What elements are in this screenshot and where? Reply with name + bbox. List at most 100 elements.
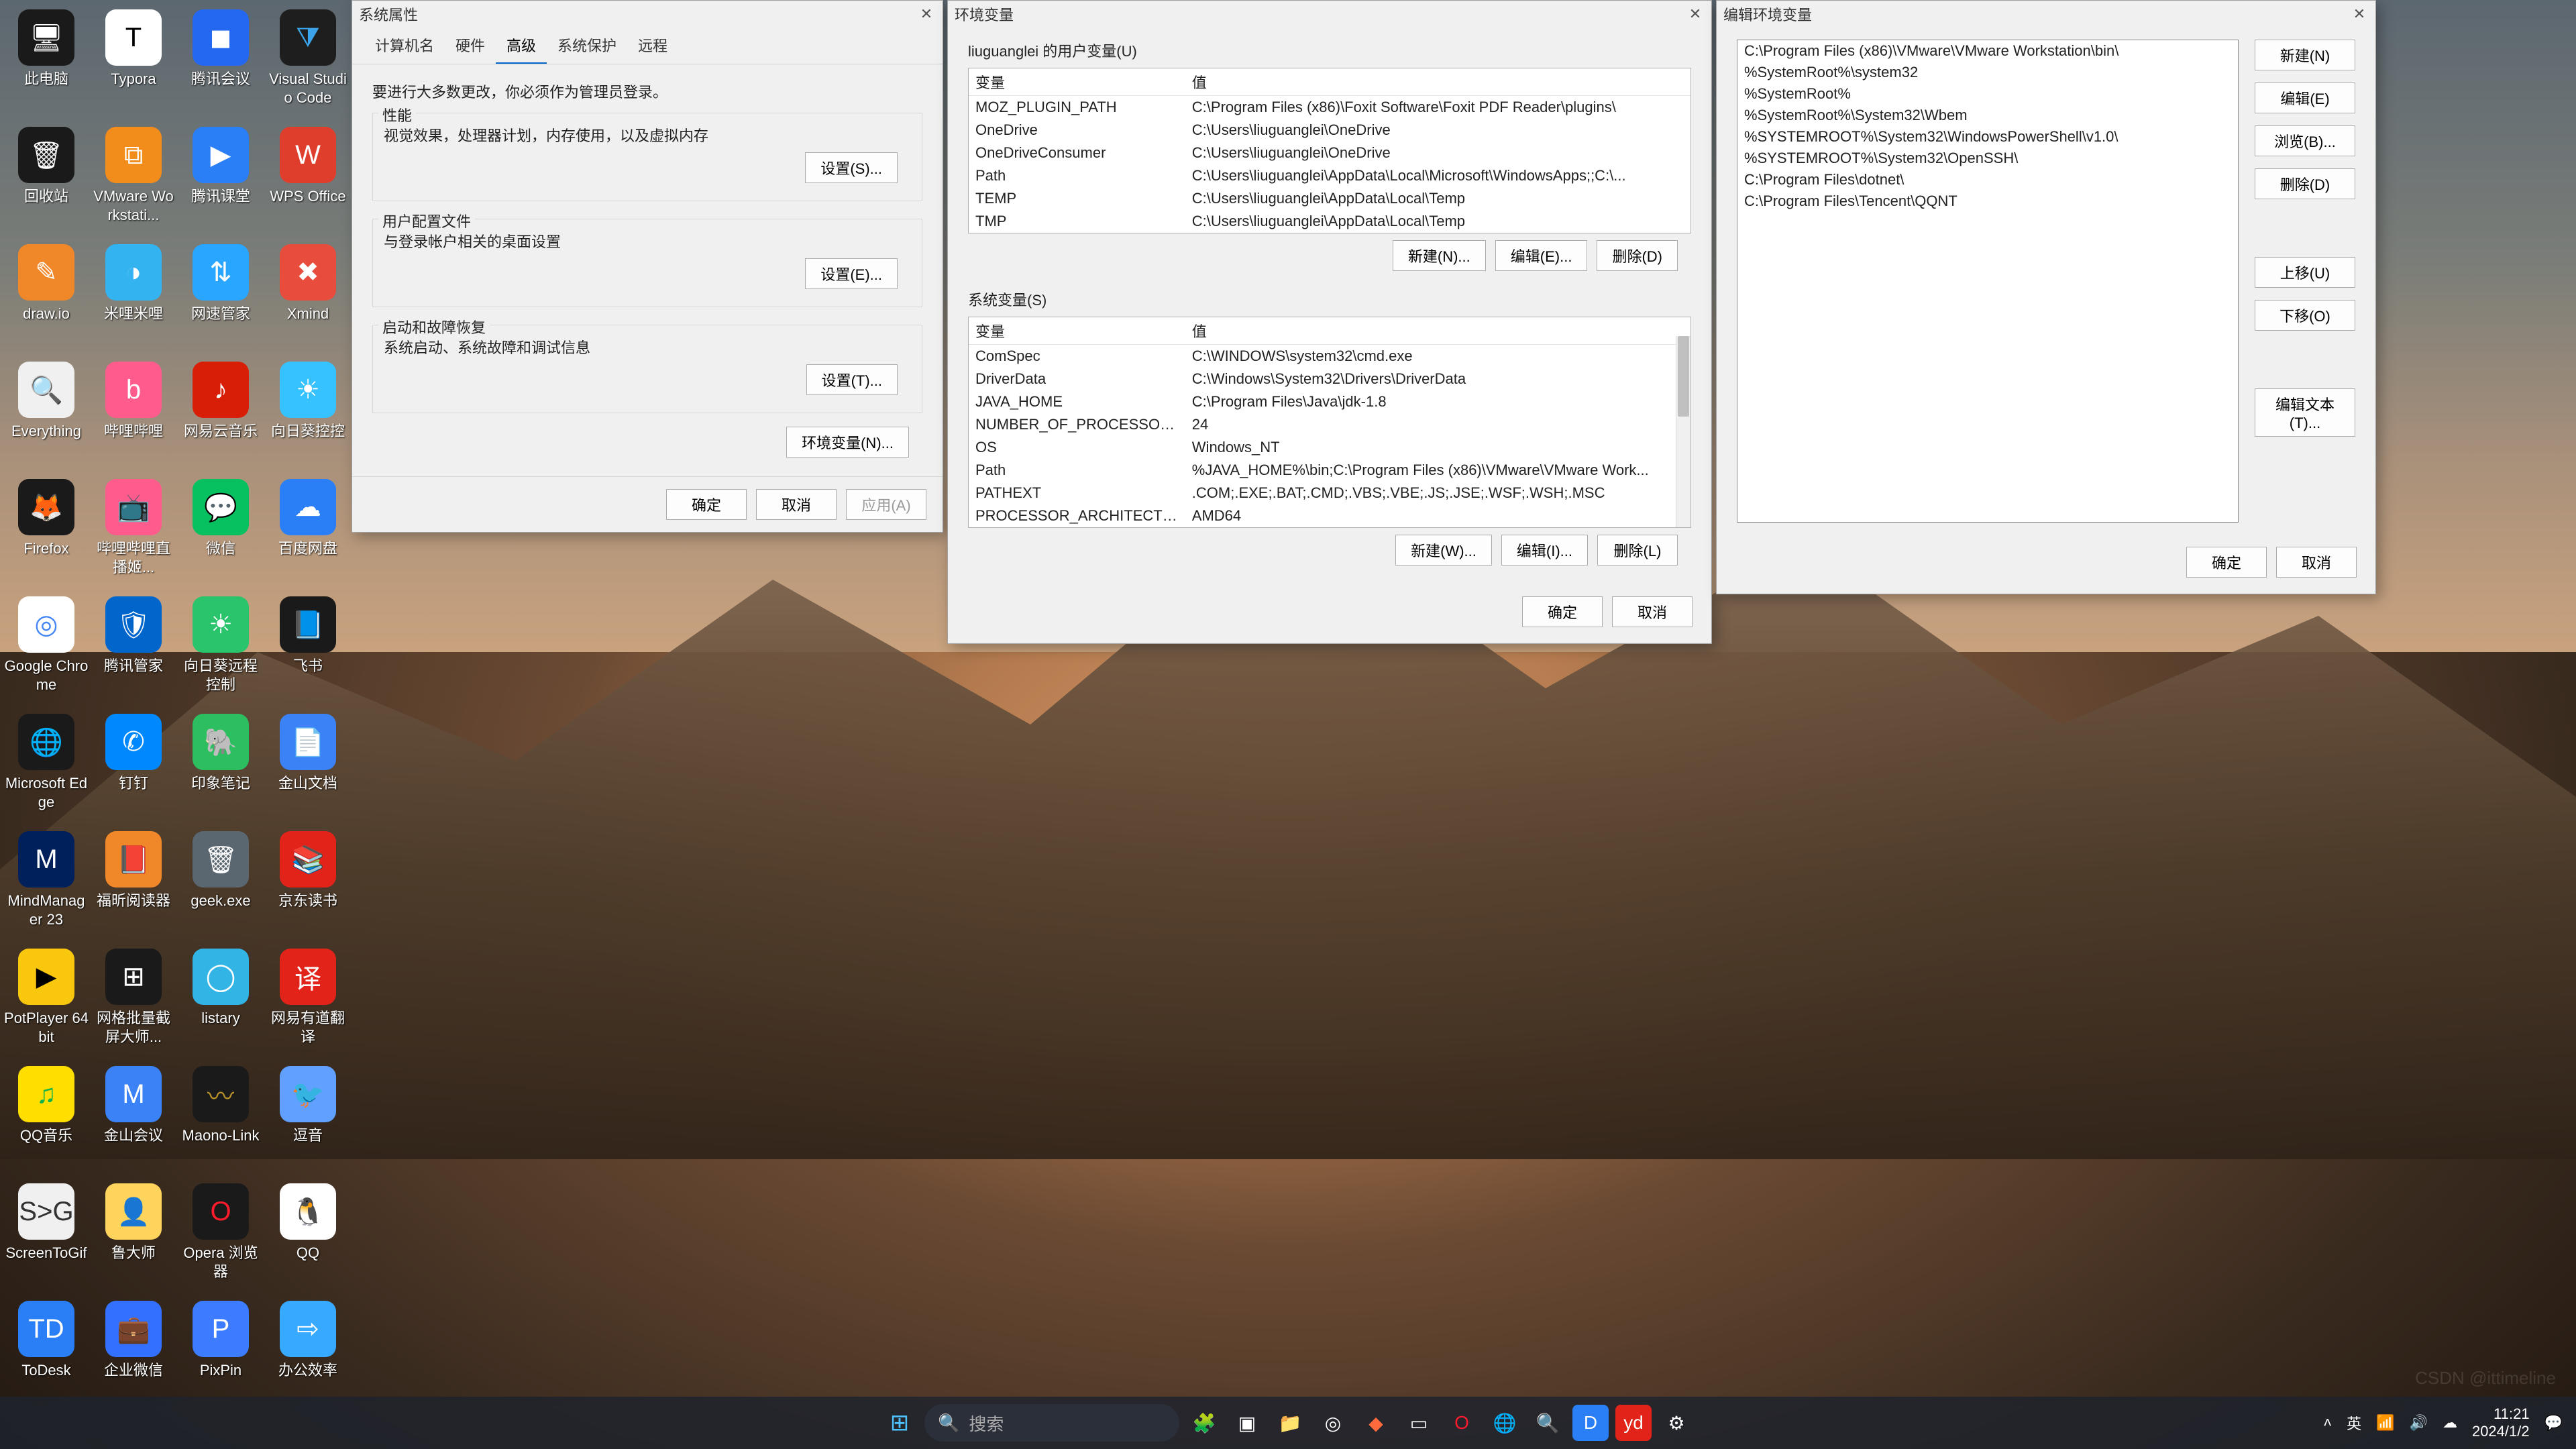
- desktop-icon[interactable]: 📘飞书: [264, 592, 352, 710]
- desktop-icon[interactable]: 🗑geek.exe: [177, 827, 264, 945]
- table-row[interactable]: PathC:\Users\liuguanglei\AppData\Local\M…: [969, 164, 1690, 187]
- cancel-button[interactable]: 取消: [1612, 596, 1693, 627]
- edit-button[interactable]: 编辑(E): [2255, 83, 2355, 113]
- desktop-icon[interactable]: ▶PotPlayer 64 bit: [3, 945, 90, 1062]
- tab-3[interactable]: 系统保护: [547, 28, 627, 64]
- desktop-icon[interactable]: 🐦逗音: [264, 1062, 352, 1179]
- desktop-icon[interactable]: 👤鲁大师: [90, 1179, 177, 1297]
- table-row[interactable]: MOZ_PLUGIN_PATHC:\Program Files (x86)\Fo…: [969, 96, 1690, 119]
- taskbar-copilot-icon[interactable]: 🧩: [1186, 1405, 1222, 1441]
- desktop-icon[interactable]: WWPS Office: [264, 123, 352, 240]
- taskbar-app-icon[interactable]: ▭: [1401, 1405, 1437, 1441]
- table-row[interactable]: ComSpecC:\WINDOWS\system32\cmd.exe: [969, 345, 1690, 368]
- desktop-icon[interactable]: ⧩Visual Studio Code: [264, 5, 352, 123]
- desktop-icon[interactable]: TTypora: [90, 5, 177, 123]
- desktop-icon[interactable]: 🛡腾讯管家: [90, 592, 177, 710]
- tab-2[interactable]: 高级: [496, 28, 547, 64]
- desktop-icon[interactable]: ◑米哩米哩: [90, 240, 177, 358]
- desktop-icon[interactable]: 🔍Everything: [3, 358, 90, 475]
- desktop-icon[interactable]: ◯listary: [177, 945, 264, 1062]
- table-row[interactable]: PROCESSOR_ARCHITECTUREAMD64: [969, 504, 1690, 527]
- list-item[interactable]: %SYSTEMROOT%\System32\WindowsPowerShell\…: [1737, 126, 2238, 148]
- apply-button[interactable]: 应用(A): [846, 489, 926, 520]
- list-item[interactable]: C:\Program Files\Tencent\QQNT: [1737, 191, 2238, 212]
- cancel-button[interactable]: 取消: [756, 489, 837, 520]
- settings-s-button[interactable]: 设置(S)...: [805, 152, 898, 183]
- desktop-icon[interactable]: ✎draw.io: [3, 240, 90, 358]
- table-row[interactable]: Path%JAVA_HOME%\bin;C:\Program Files (x8…: [969, 459, 1690, 482]
- taskbar-app-icon[interactable]: D: [1572, 1405, 1609, 1441]
- taskbar-app-icon[interactable]: ◆: [1358, 1405, 1394, 1441]
- table-row[interactable]: JAVA_HOMEC:\Program Files\Java\jdk-1.8: [969, 390, 1690, 413]
- list-item[interactable]: %SystemRoot%\System32\Wbem: [1737, 105, 2238, 126]
- scrollbar[interactable]: [1676, 336, 1690, 527]
- table-row[interactable]: TEMPC:\Users\liuguanglei\AppData\Local\T…: [969, 187, 1690, 210]
- desktop-icon[interactable]: ☀向日葵远程控制: [177, 592, 264, 710]
- desktop-icon[interactable]: OOpera 浏览器: [177, 1179, 264, 1297]
- desktop-icon[interactable]: ♫QQ音乐: [3, 1062, 90, 1179]
- table-row[interactable]: OneDriveConsumerC:\Users\liuguanglei\One…: [969, 142, 1690, 164]
- notification-icon[interactable]: 💬: [2544, 1414, 2563, 1432]
- desktop-icon[interactable]: ☁百度网盘: [264, 475, 352, 592]
- ok-button[interactable]: 确定: [2186, 547, 2267, 578]
- search-box[interactable]: 🔍 搜索: [924, 1404, 1179, 1442]
- close-icon[interactable]: ✕: [917, 5, 936, 23]
- env-vars-button[interactable]: 环境变量(N)...: [786, 427, 909, 458]
- list-item[interactable]: %SystemRoot%\system32: [1737, 62, 2238, 83]
- new-n-button[interactable]: 新建(N)...: [1393, 240, 1486, 271]
- taskbar-youdao-icon[interactable]: yd: [1615, 1405, 1652, 1441]
- ok-button[interactable]: 确定: [1522, 596, 1603, 627]
- desktop-icon[interactable]: 📕福昕阅读器: [90, 827, 177, 945]
- desktop-icon[interactable]: ✆钉钉: [90, 710, 177, 827]
- browse-button[interactable]: 浏览(B)...: [2255, 125, 2355, 156]
- desktop-icon[interactable]: 📚京东读书: [264, 827, 352, 945]
- desktop-icon[interactable]: 💬微信: [177, 475, 264, 592]
- desktop-icon[interactable]: 🖥此电脑: [3, 5, 90, 123]
- close-icon[interactable]: ✕: [2350, 5, 2369, 23]
- taskbar-chrome-icon[interactable]: ◎: [1315, 1405, 1351, 1441]
- desktop-icon[interactable]: M金山会议: [90, 1062, 177, 1179]
- table-row[interactable]: DriverDataC:\Windows\System32\Drivers\Dr…: [969, 368, 1690, 390]
- list-item[interactable]: %SYSTEMROOT%\System32\OpenSSH\: [1737, 148, 2238, 169]
- desktop-icon[interactable]: 📺哔哩哔哩直播姬...: [90, 475, 177, 592]
- list-item[interactable]: C:\Program Files (x86)\VMware\VMware Wor…: [1737, 40, 2238, 62]
- titlebar[interactable]: 编辑环境变量 ✕: [1717, 1, 2375, 28]
- titlebar[interactable]: 环境变量 ✕: [948, 1, 1711, 28]
- list-item[interactable]: %SystemRoot%: [1737, 83, 2238, 105]
- tab-0[interactable]: 计算机名: [364, 28, 445, 64]
- taskbar-explorer-icon[interactable]: 📁: [1272, 1405, 1308, 1441]
- wifi-icon[interactable]: 📶: [2376, 1414, 2394, 1432]
- list-item[interactable]: C:\Program Files\dotnet\: [1737, 169, 2238, 191]
- delete-d-button[interactable]: 删除(D): [1597, 240, 1678, 271]
- new-w-button[interactable]: 新建(W)...: [1395, 535, 1492, 566]
- titlebar[interactable]: 系统属性 ✕: [352, 1, 943, 28]
- desktop-icon[interactable]: 📄金山文档: [264, 710, 352, 827]
- start-button[interactable]: ⊞: [881, 1405, 918, 1441]
- desktop-icon[interactable]: ◎Google Chrome: [3, 592, 90, 710]
- delete-l-button[interactable]: 删除(L): [1597, 535, 1678, 566]
- taskbar-settings-icon[interactable]: ⚙: [1658, 1405, 1695, 1441]
- desktop-icon[interactable]: ☀向日葵控控: [264, 358, 352, 475]
- tab-4[interactable]: 远程: [627, 28, 678, 64]
- desktop-icon[interactable]: 🦊Firefox: [3, 475, 90, 592]
- new-button[interactable]: 新建(N): [2255, 40, 2355, 70]
- desktop-icon[interactable]: ⊞网格批量截屏大师...: [90, 945, 177, 1062]
- taskbar-everything-icon[interactable]: 🔍: [1529, 1405, 1566, 1441]
- edit-text-button[interactable]: 编辑文本(T)...: [2255, 388, 2355, 437]
- desktop-icon[interactable]: ▶腾讯课堂: [177, 123, 264, 240]
- user-vars-list[interactable]: 变量 值 MOZ_PLUGIN_PATHC:\Program Files (x8…: [968, 68, 1691, 233]
- move-up-button[interactable]: 上移(U): [2255, 257, 2355, 288]
- desktop-icon[interactable]: 〰Maono-Link: [177, 1062, 264, 1179]
- desktop-icon[interactable]: b哔哩哔哩: [90, 358, 177, 475]
- taskbar-taskview-icon[interactable]: ▣: [1229, 1405, 1265, 1441]
- cloud-icon[interactable]: ☁: [2443, 1414, 2457, 1432]
- taskbar-opera-icon[interactable]: O: [1444, 1405, 1480, 1441]
- desktop-icon[interactable]: S>GScreenToGif: [3, 1179, 90, 1297]
- desktop-icon[interactable]: ♪网易云音乐: [177, 358, 264, 475]
- desktop-icon[interactable]: ◼腾讯会议: [177, 5, 264, 123]
- table-row[interactable]: OSWindows_NT: [969, 436, 1690, 459]
- desktop-icon[interactable]: 🌐Microsoft Edge: [3, 710, 90, 827]
- settings-t-button[interactable]: 设置(T)...: [806, 364, 898, 395]
- table-row[interactable]: PATHEXT.COM;.EXE;.BAT;.CMD;.VBS;.VBE;.JS…: [969, 482, 1690, 504]
- table-row[interactable]: TMPC:\Users\liuguanglei\AppData\Local\Te…: [969, 210, 1690, 233]
